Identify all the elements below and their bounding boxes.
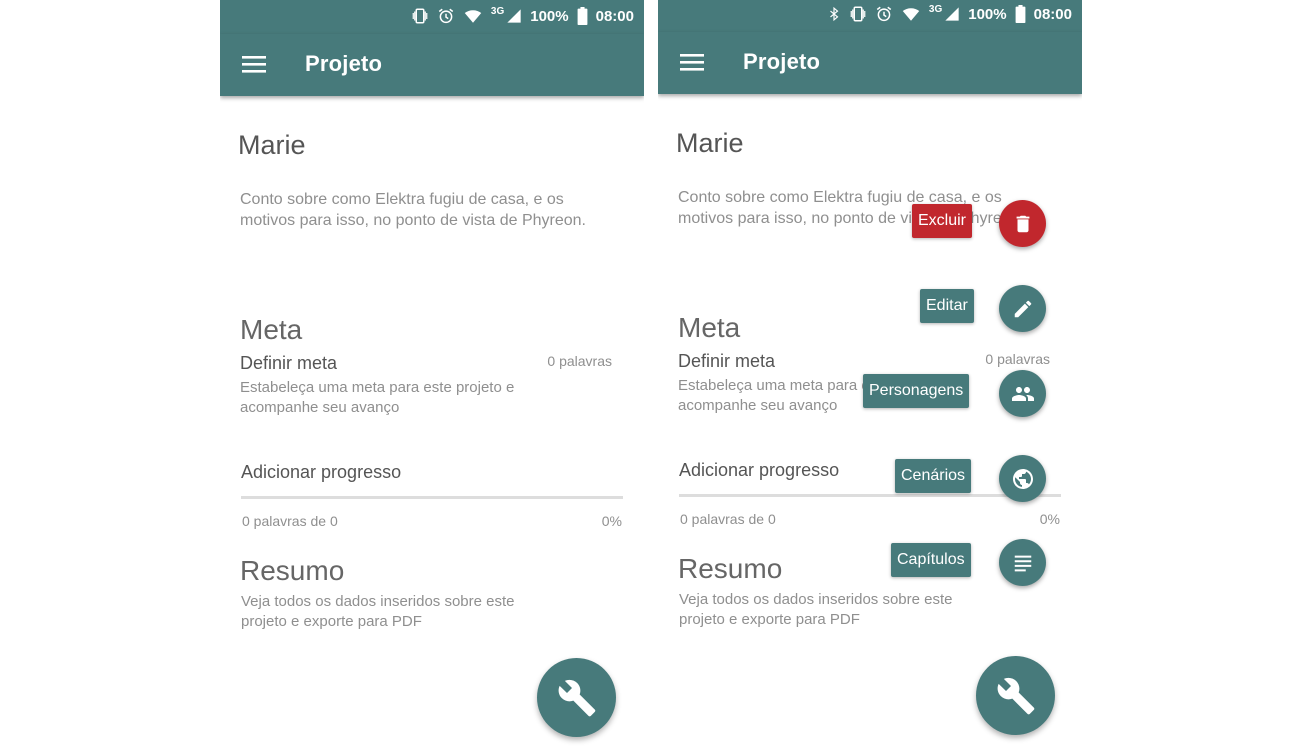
project-name: Marie — [238, 130, 306, 160]
cell-signal-icon — [945, 7, 959, 21]
app-bar: Projeto — [658, 32, 1082, 94]
tools-fab-button[interactable] — [537, 658, 616, 737]
cell-signal-icon — [507, 9, 521, 23]
wifi-icon — [464, 10, 482, 23]
goal-description: Estabeleça uma meta para este projeto e … — [240, 379, 515, 416]
app-bar-title: Projeto — [305, 51, 383, 76]
app-bar-title: Projeto — [743, 49, 821, 74]
add-progress-field[interactable]: Adicionar progresso — [241, 460, 623, 499]
set-goal-option[interactable]: Definir meta — [240, 353, 337, 374]
set-goal-option[interactable]: Definir meta — [678, 351, 775, 372]
clock: 08:00 — [595, 7, 634, 25]
battery-icon — [577, 7, 588, 25]
characters-label[interactable]: Personagens — [863, 374, 970, 408]
globe-icon — [1012, 468, 1033, 489]
summary-section-title[interactable]: Resumo — [678, 553, 782, 585]
battery-percent: 100% — [968, 5, 1007, 23]
people-icon — [1011, 386, 1034, 401]
meta-section-title: Meta — [240, 314, 303, 345]
settings-scenes-label[interactable]: Cenários — [895, 459, 972, 493]
phone-screen-fab-open: 3G 100% 08:00 Projeto Marie Conto sobre … — [658, 0, 1082, 754]
add-progress-label: Adicionar progresso — [679, 460, 840, 480]
project-description: Conto sobre como Elektra fugiu de casa, … — [240, 191, 586, 229]
edit-icon — [1014, 300, 1031, 317]
project-name: Marie — [676, 128, 744, 158]
phone-screen-default: 3G 100% 08:00 Projeto Marie Conto sobre … — [220, 0, 644, 754]
battery-icon — [1015, 5, 1026, 23]
chapters-button[interactable] — [999, 539, 1046, 586]
vibrate-icon — [850, 6, 866, 22]
tools-fab-button[interactable] — [976, 656, 1055, 735]
progress-percent: 0% — [1039, 511, 1060, 527]
menu-icon[interactable] — [242, 54, 266, 74]
summary-description: Veja todos os dados inseridos sobre este… — [241, 593, 515, 630]
battery-percent: 100% — [530, 7, 569, 25]
project-description: Conto sobre como Elektra fugiu de casa, … — [678, 189, 1024, 227]
meta-section-title: Meta — [678, 312, 741, 343]
add-progress-label: Adicionar progresso — [241, 462, 402, 482]
menu-icon[interactable] — [680, 52, 704, 72]
bluetooth-icon — [830, 6, 839, 22]
characters-button[interactable] — [999, 370, 1046, 417]
wrench-icon — [997, 677, 1034, 714]
alarm-icon — [438, 8, 454, 24]
app-bar: Projeto — [220, 34, 644, 96]
delete-label[interactable]: Excluir — [912, 204, 973, 238]
vibrate-icon — [412, 8, 428, 24]
goal-word-count: 0 palavras — [547, 353, 612, 369]
summary-description: Veja todos os dados inseridos sobre este… — [679, 591, 953, 628]
edit-label[interactable]: Editar — [920, 289, 974, 323]
scenes-button[interactable] — [999, 455, 1046, 502]
network-type-label: 3G — [490, 5, 505, 17]
wrench-icon — [558, 679, 595, 716]
edit-button[interactable] — [999, 285, 1046, 332]
network-type-label: 3G — [928, 3, 943, 15]
clock: 08:00 — [1033, 5, 1072, 23]
progress-words-text: 0 palavras de 0 — [242, 513, 338, 529]
progress-words-text: 0 palavras de 0 — [680, 511, 776, 527]
status-bar: 3G 100% 08:00 — [658, 0, 1082, 32]
summary-section-title[interactable]: Resumo — [240, 555, 344, 587]
alarm-icon — [876, 6, 892, 22]
chapters-label[interactable]: Capítulos — [891, 543, 971, 577]
wifi-icon — [902, 8, 920, 21]
delete-icon — [1016, 215, 1029, 232]
chapters-icon — [1014, 555, 1031, 571]
delete-button[interactable] — [999, 200, 1046, 247]
goal-word-count: 0 palavras — [985, 351, 1050, 367]
status-bar: 3G 100% 08:00 — [220, 0, 644, 34]
progress-percent: 0% — [601, 513, 622, 529]
